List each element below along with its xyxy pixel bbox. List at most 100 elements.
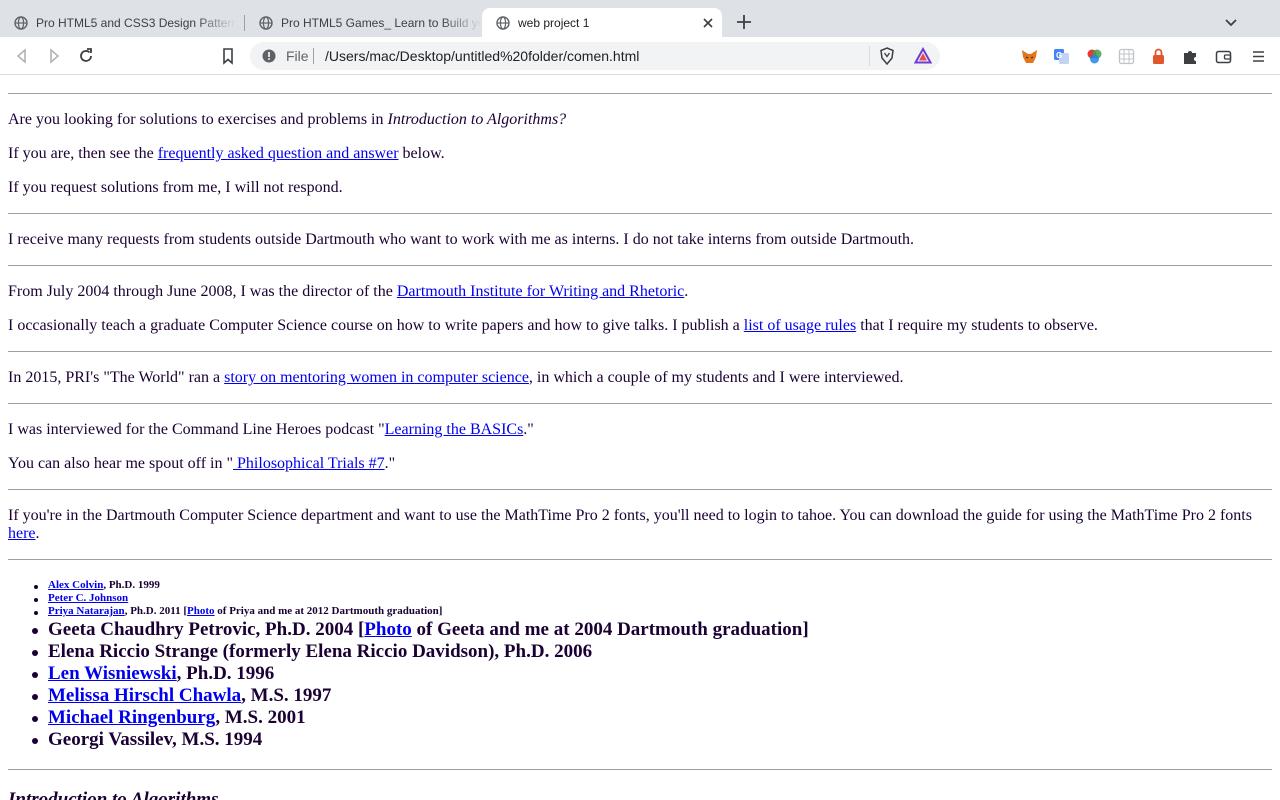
teach-paragraph: I occasionally teach a graduate Computer… [8, 317, 1098, 335]
student-item: Len Wisniewski, Ph.D. 1996 [48, 663, 274, 685]
lock-extension-icon[interactable] [1150, 48, 1167, 65]
bookmark-icon[interactable] [218, 46, 238, 66]
philosophical-paragraph: You can also hear me spout off in " Phil… [8, 455, 395, 473]
divider [8, 351, 1272, 352]
divider [8, 265, 1272, 266]
puzzle-icon[interactable] [1182, 48, 1199, 65]
svg-text:G: G [1056, 51, 1062, 60]
faq-text-end: below. [398, 145, 445, 162]
student-degree: , Ph.D. 2011 [ [124, 605, 188, 617]
tab-pro-html5-css3[interactable]: Pro HTML5 and CSS3 Design Patterns [0, 8, 244, 37]
writing-institute-link[interactable]: Dartmouth Institute for Writing and Rhet… [397, 283, 684, 300]
tab-pro-html5-games[interactable]: Pro HTML5 Games_ Learn to Build your Own… [245, 8, 481, 37]
usage-rules-link[interactable]: list of usage rules [744, 317, 856, 334]
student-item: Geeta Chaudhry Petrovic, Ph.D. 2004 [Pho… [48, 619, 809, 641]
mathtime-paragraph: If you're in the Dartmouth Computer Scie… [8, 507, 1272, 543]
color-wheel-icon[interactable] [1086, 48, 1103, 65]
student-name: Geeta Chaudhry Petrovic, Ph.D. 2004 [ [48, 619, 365, 640]
philosophical-text: You can also hear me spout off in " [8, 455, 234, 472]
student-item: Georgi Vassilev, M.S. 1994 [48, 729, 263, 750]
director-paragraph: From July 2004 through June 2008, I was … [8, 283, 688, 301]
metamask-fox-icon[interactable] [1021, 48, 1038, 65]
toolbar: File /Users/mac/Desktop/untitled%20folde… [0, 37, 1280, 75]
globe-icon [496, 15, 510, 30]
basics-podcast-link[interactable]: Learning the BASICs [385, 421, 524, 438]
forward-icon[interactable] [44, 46, 64, 66]
google-translate-icon[interactable]: G [1053, 48, 1070, 65]
address-url[interactable]: /Users/mac/Desktop/untitled%20folder/com… [325, 48, 639, 64]
list-bullet [34, 611, 38, 615]
student-degree: , M.S. 1997 [241, 685, 332, 706]
podcast-text-end: ." [523, 421, 534, 438]
mathtime-guide-link[interactable]: here [8, 525, 36, 542]
new-tab-plus-icon[interactable] [734, 12, 754, 32]
footer-heading: Introduction to Algorithms [8, 789, 219, 800]
divider [8, 489, 1272, 490]
wallet-icon[interactable] [1215, 48, 1232, 65]
tab-title: Pro HTML5 and CSS3 Design Patterns [36, 15, 236, 30]
pri-text: In 2015, PRI's "The World" ran a [8, 369, 225, 386]
student-degree: , Ph.D. 1999 [103, 579, 160, 591]
student-item: Priya Natarajan, Ph.D. 2011 [Photo of Pr… [48, 605, 442, 618]
solutions-text: Are you looking for solutions to exercis… [8, 111, 388, 128]
mentoring-story-link[interactable]: story on mentoring women in computer sci… [224, 369, 529, 386]
divider [8, 769, 1272, 770]
grid-extension-icon[interactable] [1118, 48, 1135, 65]
geeta-photo-link[interactable]: Photo [364, 619, 412, 640]
podcast-text: I was interviewed for the Command Line H… [8, 421, 385, 438]
reload-icon[interactable] [76, 46, 96, 66]
student-degree: , M.S. 2001 [215, 707, 306, 728]
close-icon[interactable] [700, 15, 716, 31]
student-item: Peter C. Johnson [48, 592, 128, 605]
list-bullet [32, 672, 38, 678]
list-bullet [32, 694, 38, 700]
globe-icon [14, 15, 28, 30]
list-bullet [32, 738, 38, 744]
back-icon[interactable] [12, 46, 32, 66]
address-divider [313, 48, 314, 64]
brave-shield-icon[interactable] [878, 47, 896, 65]
student-item: Michael Ringenburg, M.S. 2001 [48, 707, 306, 729]
director-text-end: . [684, 283, 689, 300]
list-bullet [34, 598, 38, 602]
list-bullet [34, 585, 38, 589]
student-item: Alex Colvin, Ph.D. 1999 [48, 579, 160, 592]
tab-title: Pro HTML5 Games_ Learn to Build your Own… [281, 15, 481, 30]
list-bullet [32, 650, 38, 656]
faq-paragraph: If you are, then see the frequently aske… [8, 145, 445, 163]
divider [8, 559, 1272, 560]
photo-caption: of Geeta and me at 2004 Dartmouth gradua… [411, 619, 809, 640]
mathtime-text: If you're in the Dartmouth Computer Scie… [8, 507, 1252, 524]
no-respond-paragraph: If you request solutions from me, I will… [8, 179, 343, 196]
student-link-priya-natarajan[interactable]: Priya Natarajan [48, 605, 125, 617]
philosophical-trials-link[interactable]: Philosophical Trials #7 [233, 455, 385, 472]
divider [8, 93, 1272, 94]
address-separator [869, 46, 870, 66]
brave-rewards-icon[interactable] [914, 47, 932, 65]
tab-web-project-1[interactable]: web project 1 [482, 8, 722, 37]
photo-caption: of Priya and me at 2012 Dartmouth gradua… [214, 605, 443, 617]
info-icon[interactable] [262, 49, 276, 63]
student-link-alex-colvin[interactable]: Alex Colvin [48, 579, 103, 591]
student-link-len-wisniewski[interactable]: Len Wisniewski [48, 663, 177, 684]
priya-photo-link[interactable]: Photo [187, 605, 215, 617]
student-link-michael-ringenburg[interactable]: Michael Ringenburg [48, 707, 215, 728]
teach-text: I occasionally teach a graduate Computer… [8, 317, 744, 334]
tab-title: web project 1 [518, 15, 590, 30]
menu-icon[interactable] [1250, 48, 1267, 65]
interns-paragraph: I receive many requests from students ou… [8, 231, 915, 248]
address-bar[interactable]: File /Users/mac/Desktop/untitled%20folde… [250, 42, 940, 70]
book-title: Introduction to Algorithms? [387, 111, 567, 128]
solutions-paragraph: Are you looking for solutions to exercis… [8, 111, 566, 129]
list-bullet [32, 628, 38, 634]
chevron-down-icon[interactable] [1222, 14, 1240, 32]
student-link-peter-johnson[interactable]: Peter C. Johnson [48, 592, 128, 604]
student-item: Elena Riccio Strange (formerly Elena Ric… [48, 641, 593, 662]
address-scheme: File [286, 48, 309, 64]
faq-link[interactable]: frequently asked question and answer [158, 145, 399, 162]
list-bullet [32, 716, 38, 722]
director-text: From July 2004 through June 2008, I was … [8, 283, 397, 300]
divider [8, 403, 1272, 404]
student-link-melissa-chawla[interactable]: Melissa Hirschl Chawla [48, 685, 241, 706]
pri-paragraph: In 2015, PRI's "The World" ran a story o… [8, 369, 903, 387]
